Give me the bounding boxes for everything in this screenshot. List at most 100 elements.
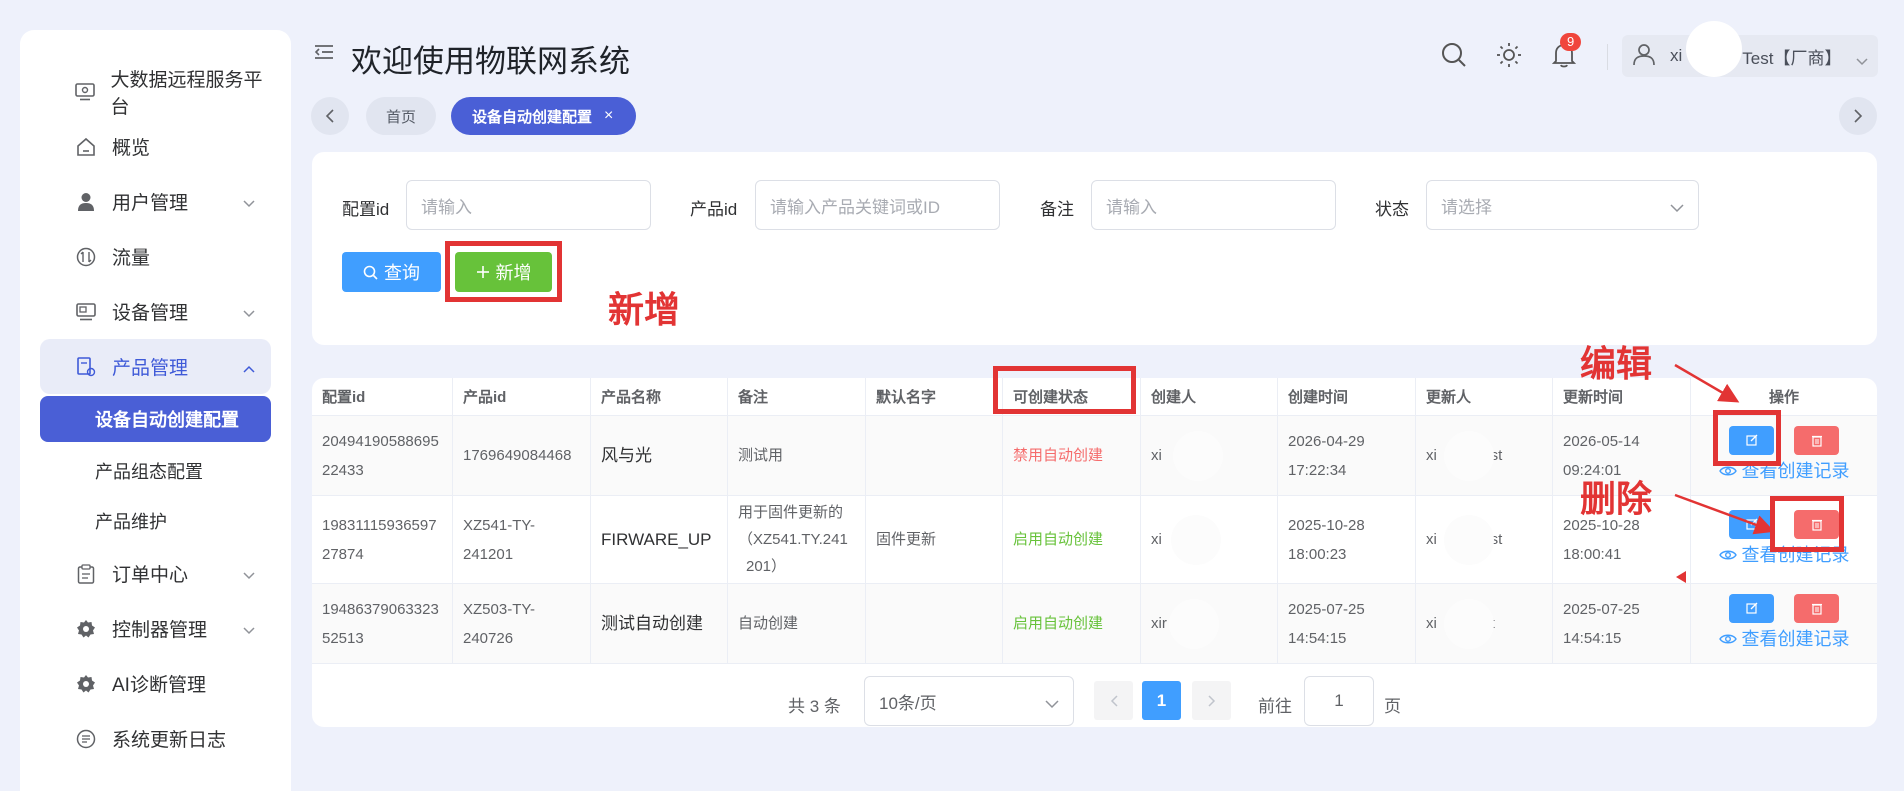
actions-cell: 查看创建记录	[1691, 584, 1877, 663]
chevron-down-icon	[243, 192, 255, 214]
column-header: 创建人	[1141, 378, 1278, 415]
pagination: 共 3 条 10条/页 1 前往 1 页	[312, 676, 1877, 726]
device-icon	[74, 300, 98, 324]
chevron-down-icon	[243, 302, 255, 324]
sidebar-item-controllers[interactable]: 控制器管理	[40, 601, 271, 656]
sidebar-item-orders[interactable]: 订单中心	[40, 546, 271, 601]
sidebar-item-label: 大数据远程服务平台	[110, 69, 263, 118]
sidebar-item-users[interactable]: 用户管理	[40, 174, 271, 229]
menu-fold-icon[interactable]	[314, 44, 334, 65]
status-label: 状态	[1375, 200, 1409, 219]
chevron-up-icon	[243, 357, 255, 379]
add-button-highlight	[445, 241, 562, 302]
product-id-label: 产品id	[690, 200, 738, 219]
remark-cell: 用于固件更新的 （XZ541.TY.241 201）	[728, 496, 866, 583]
sidebar-item-overview[interactable]: 概览	[40, 119, 271, 174]
creator-cell: xiest	[1141, 496, 1278, 583]
column-header: 配置id	[312, 378, 453, 415]
search-icon[interactable]	[1441, 42, 1467, 73]
sidebar-subitem-product-maintenance[interactable]: 产品维护	[40, 496, 271, 546]
status-cell: 禁用自动创建	[1003, 416, 1141, 495]
gear-icon	[74, 617, 98, 641]
sidebar-item-label: 流量	[112, 248, 151, 269]
goto-page-input[interactable]: 1	[1304, 676, 1374, 726]
chevron-down-icon	[1045, 694, 1059, 714]
sidebar-item-ai-diagnosis[interactable]: AI诊断管理	[40, 656, 271, 711]
column-header: 备注	[728, 378, 866, 415]
sidebar: 大数据远程服务平台 概览 用户管理 流量 设备管理 产品管理 设备自动创建配置 …	[20, 30, 291, 791]
theme-sun-icon[interactable]	[1496, 42, 1522, 73]
created-at-cell: 2026-04-29 17:22:34	[1278, 416, 1416, 495]
config-id-cell: 19486379063323 52513	[312, 584, 453, 663]
product-id-cell: XZ503-TY- 240726	[453, 584, 591, 663]
page-number-button[interactable]: 1	[1142, 681, 1181, 720]
user-menu[interactable]: xi Test【厂商】	[1622, 21, 1878, 77]
edit-annotation: 编辑	[1580, 344, 1653, 385]
sidebar-item-label: 系统更新日志	[112, 730, 227, 751]
chevron-down-icon	[243, 619, 255, 641]
user-icon	[74, 190, 98, 214]
prev-page-button[interactable]	[1094, 681, 1133, 720]
creator-cell: xirest	[1141, 584, 1278, 663]
tab-label: 设备自动创建配置	[472, 108, 593, 126]
product-id-input[interactable]: 请输入产品关键词或ID	[755, 180, 1000, 230]
view-records-link[interactable]: 查看创建记录	[1718, 625, 1850, 654]
eye-icon	[1718, 633, 1737, 645]
remark-input[interactable]: 请输入	[1091, 180, 1336, 230]
monitor-icon	[74, 80, 97, 104]
chevron-down-icon	[1670, 198, 1684, 218]
avatar-icon	[1632, 42, 1656, 71]
status-column-highlight	[993, 366, 1136, 414]
page-title: 欢迎使用物联网系统	[351, 44, 630, 79]
tabs-scroll-left-button[interactable]	[311, 97, 349, 135]
sidebar-item-products[interactable]: 产品管理	[40, 339, 271, 394]
remark-cell: 测试用	[728, 416, 866, 495]
sidebar-item-traffic[interactable]: 流量	[40, 229, 271, 284]
column-header: 产品id	[453, 378, 591, 415]
sidebar-item-platform[interactable]: 大数据远程服务平台	[40, 64, 271, 119]
created-at-cell: 2025-07-25 14:54:15	[1278, 584, 1416, 663]
edit-button[interactable]	[1729, 593, 1774, 623]
header-divider	[1607, 44, 1608, 70]
updated-at-cell: 2025-07-25 14:54:15	[1553, 584, 1691, 663]
page-size-select[interactable]: 10条/页	[864, 676, 1074, 726]
delete-button[interactable]	[1794, 593, 1839, 623]
config-id-cell: 20494190588695 22433	[312, 416, 453, 495]
updater-cell: xiTest	[1416, 416, 1553, 495]
product-name-cell: 风与光	[591, 416, 728, 495]
status-select[interactable]: 请选择	[1426, 180, 1699, 230]
product-name-cell: 测试自动创建	[591, 584, 728, 663]
config-id-input[interactable]: 请输入	[406, 180, 651, 230]
updater-cell: xiTest	[1416, 496, 1553, 583]
remark-cell: 自动创建	[728, 584, 866, 663]
status-cell: 启用自动创建	[1003, 584, 1141, 663]
default-name-cell: 固件更新	[866, 496, 1003, 583]
chevron-down-icon	[1856, 51, 1868, 71]
product-name-cell: FIRWARE_UP	[591, 496, 728, 583]
default-name-cell	[866, 584, 1003, 663]
status-cell: 启用自动创建	[1003, 496, 1141, 583]
tab-auto-create-config[interactable]: 设备自动创建配置 ×	[451, 97, 636, 135]
column-header: 产品名称	[591, 378, 728, 415]
creator-cell: xiest	[1141, 416, 1278, 495]
status-select-placeholder: 请选择	[1441, 197, 1492, 217]
next-page-button[interactable]	[1192, 681, 1231, 720]
annotation-arrows	[1674, 363, 1775, 535]
delete-annotation: 删除	[1580, 479, 1653, 520]
sidebar-subitem-product-config[interactable]: 产品组态配置	[40, 446, 271, 496]
annotation-arrow-tip	[1676, 568, 1686, 588]
sidebar-subitem-auto-create-config[interactable]: 设备自动创建配置	[40, 396, 271, 442]
default-name-cell	[866, 416, 1003, 495]
log-icon	[74, 727, 98, 751]
sidebar-item-label: 概览	[112, 138, 151, 159]
query-button[interactable]: 查询	[342, 252, 441, 292]
tabs-scroll-right-button[interactable]	[1839, 97, 1877, 135]
pagination-total: 共 3 条	[788, 697, 841, 716]
remark-label: 备注	[1040, 200, 1074, 219]
sidebar-item-devices[interactable]: 设备管理	[40, 284, 271, 339]
user-name-prefix: xi	[1670, 46, 1683, 65]
tab-home[interactable]: 首页	[366, 97, 436, 135]
sidebar-item-changelog[interactable]: 系统更新日志	[40, 711, 271, 766]
updater-cell: xiest	[1416, 584, 1553, 663]
close-icon[interactable]: ×	[604, 107, 613, 125]
